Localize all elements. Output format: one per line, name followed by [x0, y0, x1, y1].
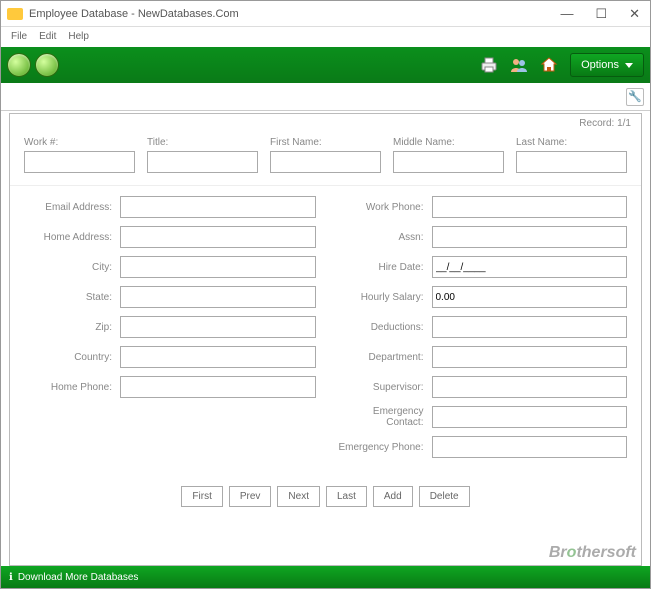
app-window: Employee Database - NewDatabases.Com — ☐… — [0, 0, 651, 589]
minimize-button[interactable]: — — [556, 6, 577, 22]
label-country: Country: — [24, 352, 120, 363]
label-middle-name: Middle Name: — [393, 137, 504, 148]
deductions-field[interactable] — [432, 316, 628, 338]
label-city: City: — [24, 262, 120, 273]
menubar: File Edit Help — [1, 27, 650, 47]
maximize-button[interactable]: ☐ — [591, 6, 611, 22]
label-emergency-contact: Emergency Contact: — [336, 406, 432, 428]
label-work-id: Work #: — [24, 137, 135, 148]
window-title: Employee Database - NewDatabases.Com — [29, 8, 556, 20]
label-last-name: Last Name: — [516, 137, 627, 148]
options-label: Options — [581, 59, 619, 71]
orb-button-2[interactable] — [35, 53, 59, 77]
label-zip: Zip: — [24, 322, 120, 333]
download-link[interactable]: Download More Databases — [18, 572, 139, 583]
emergency-contact-field[interactable] — [432, 406, 628, 428]
info-icon: ℹ — [9, 572, 13, 583]
chevron-down-icon — [625, 63, 633, 68]
delete-button[interactable]: Delete — [419, 486, 470, 507]
assn-field[interactable] — [432, 226, 628, 248]
label-email: Email Address: — [24, 202, 120, 213]
top-row: Work #: Title: First Name: Middle Name: … — [10, 129, 641, 186]
add-button[interactable]: Add — [373, 486, 413, 507]
label-emergency-phone: Emergency Phone: — [336, 442, 432, 453]
work-id-field[interactable] — [24, 151, 135, 173]
nav-buttons: First Prev Next Last Add Delete — [10, 476, 641, 517]
search-input[interactable] — [7, 91, 626, 103]
state-field[interactable] — [120, 286, 316, 308]
menu-help[interactable]: Help — [68, 31, 89, 43]
form-panel: Record: 1/1 Work #: Title: First Name: M… — [9, 113, 642, 566]
country-field[interactable] — [120, 346, 316, 368]
window-controls: — ☐ ✕ — [556, 6, 644, 22]
record-counter: Record: 1/1 — [10, 114, 641, 129]
label-supervisor: Supervisor: — [336, 382, 432, 393]
printer-icon[interactable] — [476, 52, 502, 78]
hourly-salary-field[interactable] — [432, 286, 628, 308]
last-button[interactable]: Last — [326, 486, 367, 507]
left-column: Email Address: Home Address: City: State… — [24, 196, 316, 466]
department-field[interactable] — [432, 346, 628, 368]
searchbar: 🔧 — [1, 83, 650, 111]
label-hourly-salary: Hourly Salary: — [336, 292, 432, 303]
menu-edit[interactable]: Edit — [39, 31, 56, 43]
label-work-phone: Work Phone: — [336, 202, 432, 213]
zip-field[interactable] — [120, 316, 316, 338]
label-department: Department: — [336, 352, 432, 363]
supervisor-field[interactable] — [432, 376, 628, 398]
menu-file[interactable]: File — [11, 31, 27, 43]
work-phone-field[interactable] — [432, 196, 628, 218]
label-assn: Assn: — [336, 232, 432, 243]
email-field[interactable] — [120, 196, 316, 218]
statusbar: ℹ Download More Databases — [1, 566, 650, 588]
title-field[interactable] — [147, 151, 258, 173]
label-state: State: — [24, 292, 120, 303]
label-home-phone: Home Phone: — [24, 382, 120, 393]
folder-icon — [7, 8, 23, 20]
emergency-phone-field[interactable] — [432, 436, 628, 458]
home-icon[interactable] — [536, 52, 562, 78]
label-home-address: Home Address: — [24, 232, 120, 243]
titlebar: Employee Database - NewDatabases.Com — ☐… — [1, 1, 650, 27]
first-name-field[interactable] — [270, 151, 381, 173]
wrench-icon[interactable]: 🔧 — [626, 88, 644, 106]
city-field[interactable] — [120, 256, 316, 278]
label-deductions: Deductions: — [336, 322, 432, 333]
next-button[interactable]: Next — [277, 486, 320, 507]
first-button[interactable]: First — [181, 486, 222, 507]
last-name-field[interactable] — [516, 151, 627, 173]
home-phone-field[interactable] — [120, 376, 316, 398]
middle-name-field[interactable] — [393, 151, 504, 173]
hire-date-field[interactable] — [432, 256, 628, 278]
right-column: Work Phone: Assn: Hire Date: Hourly Sala… — [336, 196, 628, 466]
watermark: Brothersoft — [549, 544, 636, 562]
close-button[interactable]: ✕ — [625, 6, 644, 22]
prev-button[interactable]: Prev — [229, 486, 272, 507]
users-icon[interactable] — [506, 52, 532, 78]
home-address-field[interactable] — [120, 226, 316, 248]
options-button[interactable]: Options — [570, 53, 644, 77]
form-grid: Email Address: Home Address: City: State… — [10, 186, 641, 476]
label-title: Title: — [147, 137, 258, 148]
label-hire-date: Hire Date: — [336, 262, 432, 273]
label-first-name: First Name: — [270, 137, 381, 148]
toolbar: Options — [1, 47, 650, 83]
orb-button-1[interactable] — [7, 53, 31, 77]
